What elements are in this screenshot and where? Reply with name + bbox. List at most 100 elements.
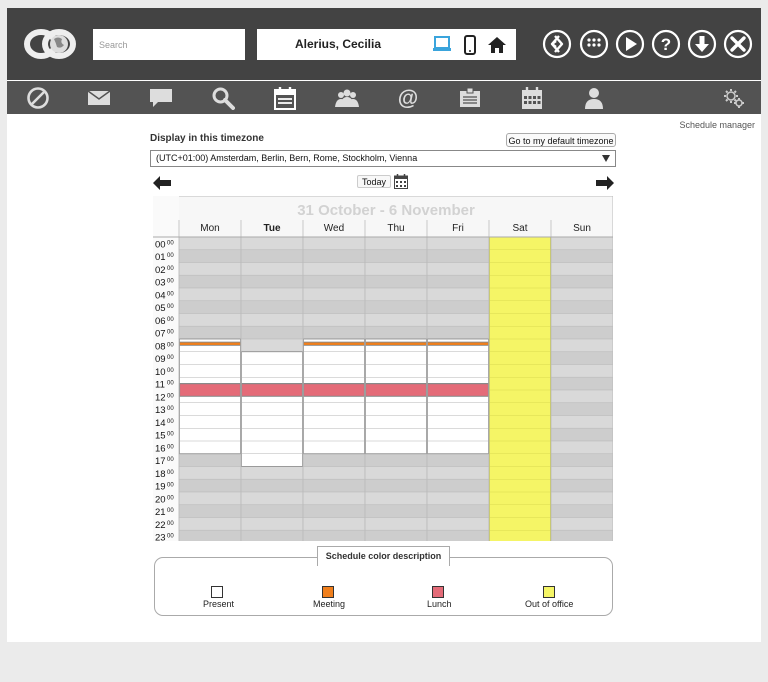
day-header-fri[interactable]: Fri: [452, 223, 464, 234]
gears-icon[interactable]: [722, 86, 746, 110]
closed-slot[interactable]: [550, 389, 613, 404]
schedule-icon[interactable]: [273, 86, 297, 110]
closed-slot[interactable]: [178, 236, 242, 251]
closed-slot[interactable]: [240, 300, 304, 314]
closed-slot[interactable]: [178, 504, 242, 518]
schedule-block-present[interactable]: [427, 395, 489, 455]
closed-slot[interactable]: [240, 478, 304, 493]
day-header-mon[interactable]: Mon: [200, 223, 219, 234]
back-icon[interactable]: [542, 29, 572, 59]
closed-slot[interactable]: [302, 491, 366, 506]
closed-slot[interactable]: [302, 274, 366, 289]
schedule-block-meeting[interactable]: [365, 341, 427, 346]
closed-slot[interactable]: [302, 236, 366, 251]
closed-slot[interactable]: [178, 313, 242, 327]
closed-slot[interactable]: [302, 504, 366, 518]
closed-slot[interactable]: [364, 262, 428, 276]
closed-slot[interactable]: [364, 313, 428, 327]
closed-slot[interactable]: [240, 274, 304, 289]
schedule-block-meeting[interactable]: [303, 341, 365, 346]
closed-slot[interactable]: [240, 262, 304, 276]
closed-slot[interactable]: [302, 325, 366, 340]
closed-slot[interactable]: [550, 427, 613, 442]
closed-slot[interactable]: [364, 236, 428, 251]
chat-icon[interactable]: [149, 86, 173, 110]
closed-slot[interactable]: [550, 491, 613, 506]
closed-slot[interactable]: [240, 338, 304, 353]
closed-slot[interactable]: [550, 262, 613, 276]
closed-slot[interactable]: [550, 504, 613, 518]
closed-slot[interactable]: [426, 478, 490, 493]
closed-slot[interactable]: [240, 249, 304, 263]
closed-slot[interactable]: [426, 466, 490, 480]
day-header-thu[interactable]: Thu: [387, 223, 404, 234]
closed-slot[interactable]: [550, 402, 613, 416]
closed-slot[interactable]: [178, 325, 242, 340]
closed-slot[interactable]: [426, 491, 490, 506]
closed-slot[interactable]: [302, 249, 366, 263]
closed-slot[interactable]: [364, 287, 428, 302]
closed-slot[interactable]: [426, 453, 490, 467]
group-icon[interactable]: [335, 86, 359, 110]
blocked-icon[interactable]: [26, 86, 50, 110]
closed-slot[interactable]: [364, 466, 428, 480]
closed-slot[interactable]: [178, 262, 242, 276]
closed-slot[interactable]: [240, 325, 304, 340]
closed-slot[interactable]: [426, 287, 490, 302]
apps-grid-icon[interactable]: [579, 29, 609, 59]
calendar-picker-icon[interactable]: [394, 174, 408, 189]
closed-slot[interactable]: [550, 338, 613, 353]
day-header-sat[interactable]: Sat: [512, 223, 527, 234]
closed-slot[interactable]: [550, 529, 613, 541]
closed-slot[interactable]: [178, 466, 242, 480]
closed-slot[interactable]: [302, 313, 366, 327]
schedule-block-lunch[interactable]: [302, 383, 366, 397]
search-input[interactable]: [93, 29, 245, 60]
person-icon[interactable]: [582, 86, 606, 110]
closed-slot[interactable]: [550, 364, 613, 378]
closed-slot[interactable]: [364, 517, 428, 531]
schedule-block-present[interactable]: [303, 395, 365, 455]
schedule-block-present[interactable]: [365, 338, 427, 343]
schedule-block-present[interactable]: [303, 338, 365, 343]
schedule-block-present[interactable]: [241, 395, 303, 467]
closed-slot[interactable]: [302, 453, 366, 467]
schedule-block-lunch[interactable]: [240, 383, 304, 397]
closed-slot[interactable]: [426, 529, 490, 541]
home-icon[interactable]: [486, 35, 508, 55]
calendar-icon[interactable]: [520, 86, 544, 110]
search-icon[interactable]: [211, 86, 235, 110]
closed-slot[interactable]: [550, 453, 613, 467]
closed-slot[interactable]: [178, 249, 242, 263]
closed-slot[interactable]: [426, 262, 490, 276]
closed-slot[interactable]: [550, 415, 613, 429]
help-icon[interactable]: ?: [651, 29, 681, 59]
closed-slot[interactable]: [550, 478, 613, 493]
closed-slot[interactable]: [302, 262, 366, 276]
closed-slot[interactable]: [364, 325, 428, 340]
mail-icon[interactable]: [87, 86, 111, 110]
schedule-block-present[interactable]: [427, 338, 489, 343]
day-header-sun[interactable]: Sun: [573, 223, 591, 234]
closed-slot[interactable]: [364, 529, 428, 541]
closed-slot[interactable]: [364, 249, 428, 263]
closed-slot[interactable]: [550, 440, 613, 455]
closed-slot[interactable]: [302, 478, 366, 493]
app-logo-icon[interactable]: [21, 22, 79, 66]
day-header-wed[interactable]: Wed: [324, 223, 344, 234]
schedule-block-lunch[interactable]: [364, 383, 428, 397]
closed-slot[interactable]: [240, 236, 304, 251]
closed-slot[interactable]: [426, 325, 490, 340]
closed-slot[interactable]: [426, 249, 490, 263]
close-icon[interactable]: [723, 29, 753, 59]
closed-slot[interactable]: [364, 300, 428, 314]
weekly-schedule-grid[interactable]: 31 October - 6 November Mon Tue Wed Thu Fri Sa…: [153, 196, 613, 541]
closed-slot[interactable]: [302, 517, 366, 531]
timezone-select[interactable]: (UTC+01:00) Amsterdam, Berlin, Bern, Rom…: [150, 150, 616, 167]
schedule-block-present[interactable]: [241, 351, 303, 385]
closed-slot[interactable]: [550, 274, 613, 289]
closed-slot[interactable]: [550, 249, 613, 263]
closed-slot[interactable]: [178, 274, 242, 289]
closed-slot[interactable]: [550, 351, 613, 365]
schedule-block-lunch[interactable]: [178, 383, 242, 397]
